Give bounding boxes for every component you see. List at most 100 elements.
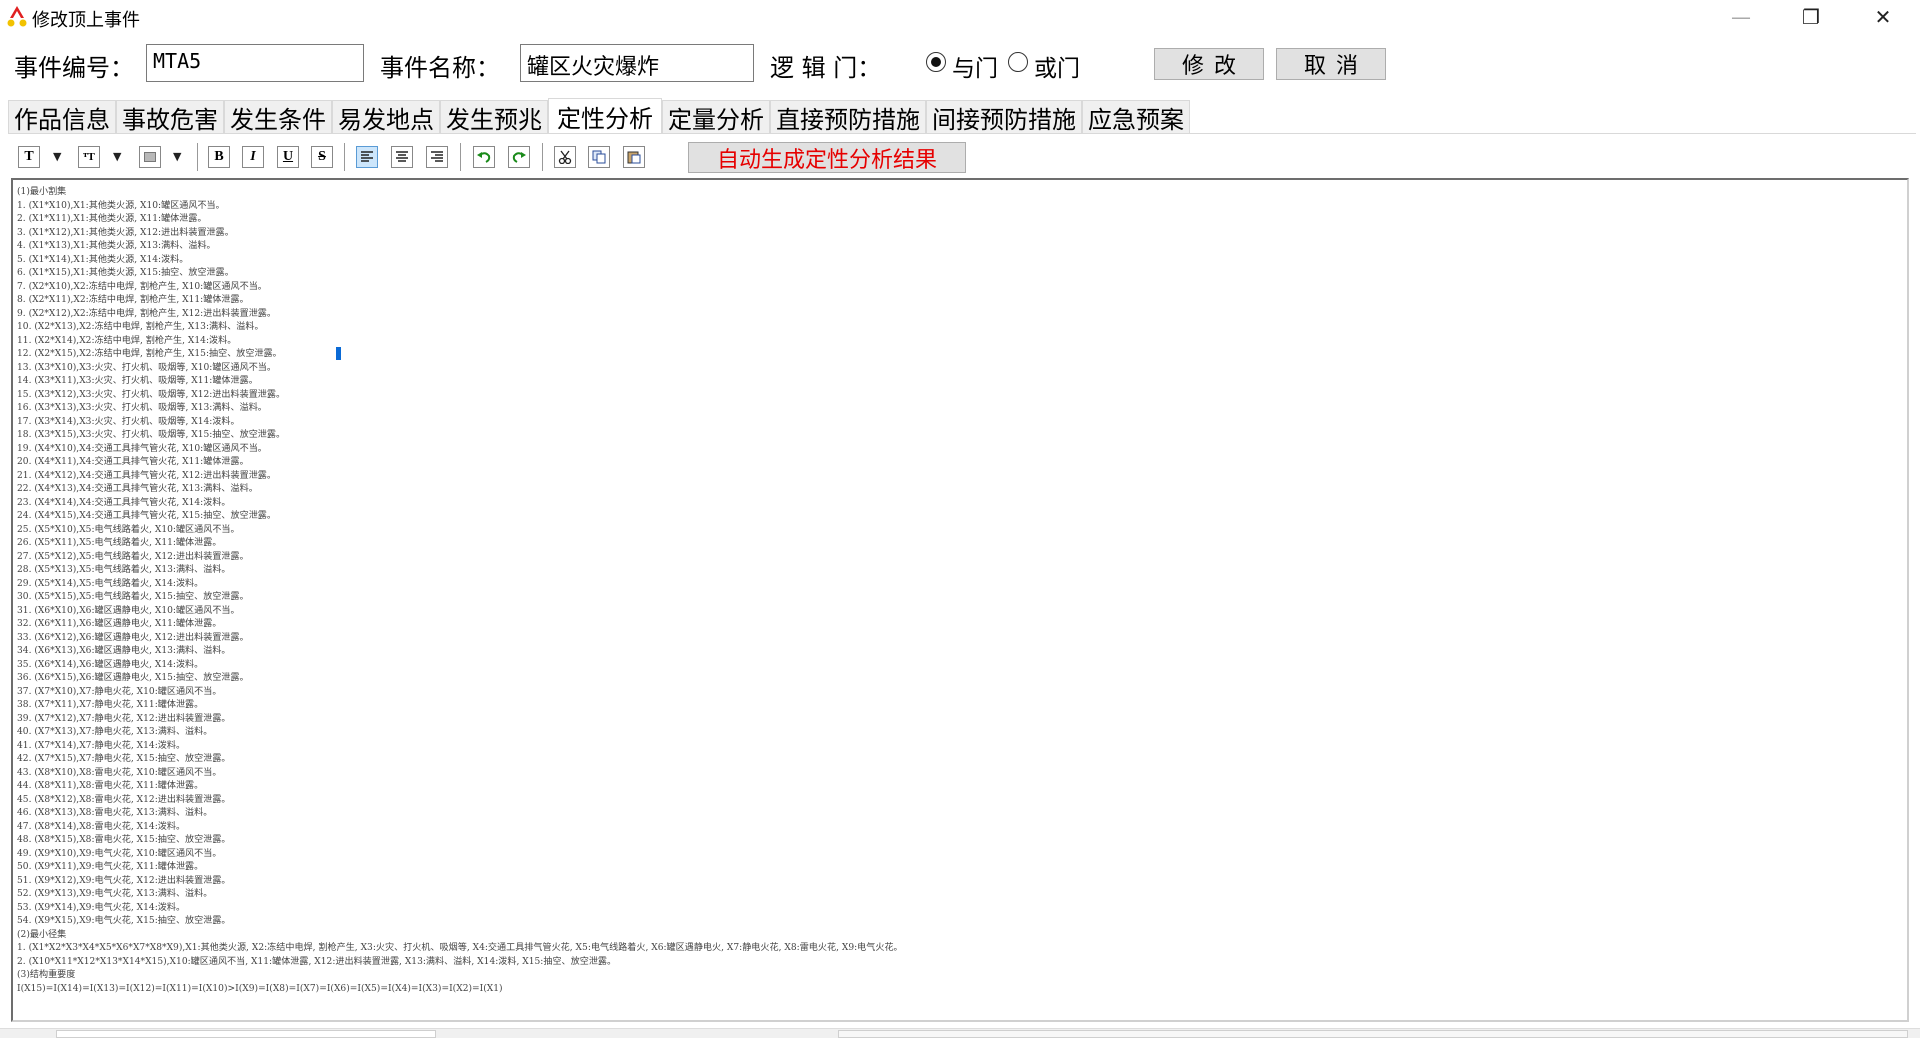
- text-line: 48. (X8*X15),X8:雷电火花, X15:抽空、放空泄露。: [17, 835, 231, 845]
- text-line: 7. (X2*X10),X2:冻结中电焊, 割枪产生, X10:罐区通风不当。: [17, 281, 267, 292]
- text-line: 8. (X2*X11),X2:冻结中电焊, 割枪产生, X11:罐体泄露。: [17, 295, 249, 305]
- tab-0[interactable]: 作品信息: [8, 100, 116, 134]
- text-line: 49. (X9*X10),X9:电气火花, X10:罐区通风不当。: [17, 848, 222, 859]
- text-line: 39. (X7*X12),X7:静电火花, X12:进出料装置泄露。: [17, 713, 231, 724]
- font-icon[interactable]: T: [18, 146, 40, 168]
- text-line: 11. (X2*X14),X2:冻结中电焊, 割枪产生, X14:泼料。: [17, 335, 237, 346]
- window-title: 修改顶上事件: [32, 10, 140, 31]
- app-icon: [7, 6, 27, 27]
- modify-button[interactable]: 修改: [1154, 48, 1264, 80]
- text-line: 19. (X4*X10),X4:交通工具排气管火花, X10:罐区通风不当。: [17, 443, 267, 454]
- tab-bar: 作品信息 事故危害 发生条件 易发地点 发生预兆 定性分析 定量分析 直接预防措施 间接预防措施…: [8, 98, 1190, 134]
- text-line: 27. (X5*X12),X5:电气线路着火, X12:进出料装置泄露。: [17, 551, 249, 562]
- font-size-icon[interactable]: ᵀT: [78, 146, 100, 168]
- text-line: (2)最小径集: [17, 929, 67, 940]
- text-line: 21. (X4*X12),X4:交通工具排气管火花, X12:进出料装置泄露。: [17, 470, 276, 481]
- text-line: 25. (X5*X10),X5:电气线路着火, X10:罐区通风不当。: [17, 524, 240, 535]
- text-line: 15. (X3*X12),X3:火灾、打火机、吸烟等, X12:进出料装置泄露。: [17, 389, 286, 400]
- tab-7[interactable]: 直接预防措施: [770, 100, 926, 134]
- text-line: 40. (X7*X13),X7:静电火花, X13:满料、溢料。: [17, 727, 213, 737]
- tab-4[interactable]: 发生预兆: [440, 100, 548, 134]
- text-line: 42. (X7*X15),X7:静电火花, X15:抽空、放空泄露。: [17, 754, 231, 764]
- title-bar: 修改顶上事件 — ❐ ✕: [0, 0, 1920, 34]
- text-line: 22. (X4*X13),X4:交通工具排气管火花, X13:满料、溢料。: [17, 484, 258, 494]
- toolbar-separator: [344, 143, 345, 171]
- color-icon[interactable]: [139, 146, 161, 168]
- text-line: 32. (X6*X11),X6:罐区遇静电火, X11:罐体泄露。: [17, 619, 222, 629]
- event-name-field[interactable]: 罐区火灾爆炸: [520, 44, 754, 82]
- event-no-label: 事件编号：: [14, 54, 134, 82]
- tab-6[interactable]: 定量分析: [662, 100, 770, 134]
- text-line: 1. (X1*X10),X1:其他类火源, X10:罐区通风不当。: [17, 200, 225, 211]
- tab-2[interactable]: 发生条件: [224, 100, 332, 134]
- align-left-icon[interactable]: [356, 146, 378, 168]
- cut-icon[interactable]: [554, 146, 576, 168]
- color-dropdown-icon[interactable]: ▼: [173, 150, 181, 163]
- bold-icon[interactable]: B: [208, 146, 230, 168]
- and-gate-radio[interactable]: [926, 52, 946, 72]
- or-gate-label[interactable]: 或门: [1034, 49, 1080, 83]
- analysis-text: (1)最小割集 1. (X1*X10),X1:其他类火源, X10:罐区通风不当。…: [17, 186, 903, 996]
- cancel-button[interactable]: 取消: [1276, 48, 1386, 80]
- toolbar-separator: [542, 143, 543, 171]
- font-size-dropdown-icon[interactable]: ▼: [113, 150, 121, 163]
- text-line: 6. (X1*X15),X1:其他类火源, X15:抽空、放空泄露。: [17, 268, 234, 278]
- or-gate-radio[interactable]: [1008, 52, 1028, 72]
- text-line: 44. (X8*X11),X8:雷电火花, X11:罐体泄露。: [17, 781, 204, 791]
- strikethrough-icon[interactable]: S: [311, 146, 333, 168]
- event-name-label: 事件名称：: [380, 54, 500, 82]
- align-right-icon[interactable]: [426, 146, 448, 168]
- align-center-icon[interactable]: [391, 146, 413, 168]
- text-line: 2. (X10*X11*X12*X13*X14*X15),X10:罐区通风不当,…: [17, 956, 617, 967]
- tab-1[interactable]: 事故危害: [116, 100, 224, 134]
- analysis-text-area[interactable]: (1)最小割集 1. (X1*X10),X1:其他类火源, X10:罐区通风不当。…: [11, 178, 1909, 1022]
- horizontal-scrollbar[interactable]: [0, 1028, 1920, 1038]
- text-line: 36. (X6*X15),X6:罐区遇静电火, X15:抽空、放空泄露。: [17, 673, 249, 683]
- tab-8[interactable]: 间接预防措施: [926, 100, 1082, 134]
- text-line: 41. (X7*X14),X7:静电火花, X14:泼料。: [17, 740, 186, 751]
- minimize-icon[interactable]: —: [1706, 0, 1776, 34]
- tab-3[interactable]: 易发地点: [332, 100, 440, 134]
- tab-5[interactable]: 定性分析: [548, 98, 662, 134]
- text-line: 46. (X8*X13),X8:雷电火花, X13:满料、溢料。: [17, 808, 213, 818]
- copy-icon[interactable]: [588, 146, 610, 168]
- redo-icon[interactable]: [508, 146, 530, 168]
- text-line: 12. (X2*X15),X2:冻结中电焊, 割枪产生, X15:抽空、放空泄露…: [17, 349, 282, 359]
- event-no-field[interactable]: MTA5: [146, 44, 364, 82]
- text-line: 29. (X5*X14),X5:电气线路着火, X14:泼料。: [17, 578, 204, 589]
- generate-analysis-button[interactable]: 自动生成定性分析结果: [688, 142, 966, 173]
- text-line: 17. (X3*X14),X3:火灾、打火机、吸烟等, X14:泼料。: [17, 416, 240, 427]
- text-line: 5. (X1*X14),X1:其他类火源, X14:泼料。: [17, 254, 189, 265]
- tab-9[interactable]: 应急预案: [1082, 100, 1190, 134]
- text-line: 20. (X4*X11),X4:交通工具排气管火花, X11:罐体泄露。: [17, 457, 249, 467]
- undo-icon[interactable]: [473, 146, 495, 168]
- text-line: 30. (X5*X15),X5:电气线路着火, X15:抽空、放空泄露。: [17, 592, 249, 602]
- text-line: 43. (X8*X10),X8:雷电火花, X10:罐区通风不当。: [17, 767, 222, 778]
- scrollbar-track[interactable]: [838, 1030, 1908, 1038]
- text-line: 2. (X1*X11),X1:其他类火源, X11:罐体泄露。: [17, 214, 207, 224]
- text-line: 53. (X9*X14),X9:电气火花, X14:泼料。: [17, 902, 186, 913]
- text-line: 45. (X8*X12),X8:雷电火花, X12:进出料装置泄露。: [17, 794, 231, 805]
- text-line: 37. (X7*X10),X7:静电火花, X10:罐区通风不当。: [17, 686, 222, 697]
- text-line: 10. (X2*X13),X2:冻结中电焊, 割枪产生, X13:满料、溢料。: [17, 322, 264, 332]
- text-line: 3. (X1*X12),X1:其他类火源, X12:进出料装置泄露。: [17, 227, 234, 238]
- text-line: I(X15)=I(X14)=I(X13)=I(X12)=I(X11)=I(X10…: [17, 983, 503, 994]
- text-line: 54. (X9*X15),X9:电气火花, X15:抽空、放空泄露。: [17, 916, 231, 926]
- text-line: 24. (X4*X15),X4:交通工具排气管火花, X15:抽空、放空泄露。: [17, 511, 276, 521]
- text-line: 33. (X6*X12),X6:罐区遇静电火, X12:进出料装置泄露。: [17, 632, 249, 643]
- font-dropdown-icon[interactable]: ▼: [53, 150, 61, 163]
- and-gate-label[interactable]: 与门: [952, 49, 998, 83]
- close-icon[interactable]: ✕: [1848, 0, 1918, 34]
- text-line: 26. (X5*X11),X5:电气线路着火, X11:罐体泄露。: [17, 538, 222, 548]
- text-line: (3)结构重要度: [17, 970, 76, 980]
- scrollbar-thumb[interactable]: [56, 1030, 436, 1038]
- text-line: 9. (X2*X12),X2:冻结中电焊, 割枪产生, X12:进出料装置泄露。: [17, 308, 276, 319]
- italic-icon[interactable]: I: [242, 146, 264, 168]
- text-line: 31. (X6*X10),X6:罐区遇静电火, X10:罐区通风不当。: [17, 605, 240, 616]
- maximize-icon[interactable]: ❐: [1776, 0, 1846, 34]
- paste-icon[interactable]: [623, 146, 645, 168]
- text-line: 13. (X3*X10),X3:火灾、打火机、吸烟等, X10:罐区通风不当。: [17, 362, 276, 373]
- text-line: 50. (X9*X11),X9:电气火花, X11:罐体泄露。: [17, 862, 204, 872]
- text-line: 34. (X6*X13),X6:罐区遇静电火, X13:满料、溢料。: [17, 646, 231, 656]
- underline-icon[interactable]: U: [277, 146, 299, 168]
